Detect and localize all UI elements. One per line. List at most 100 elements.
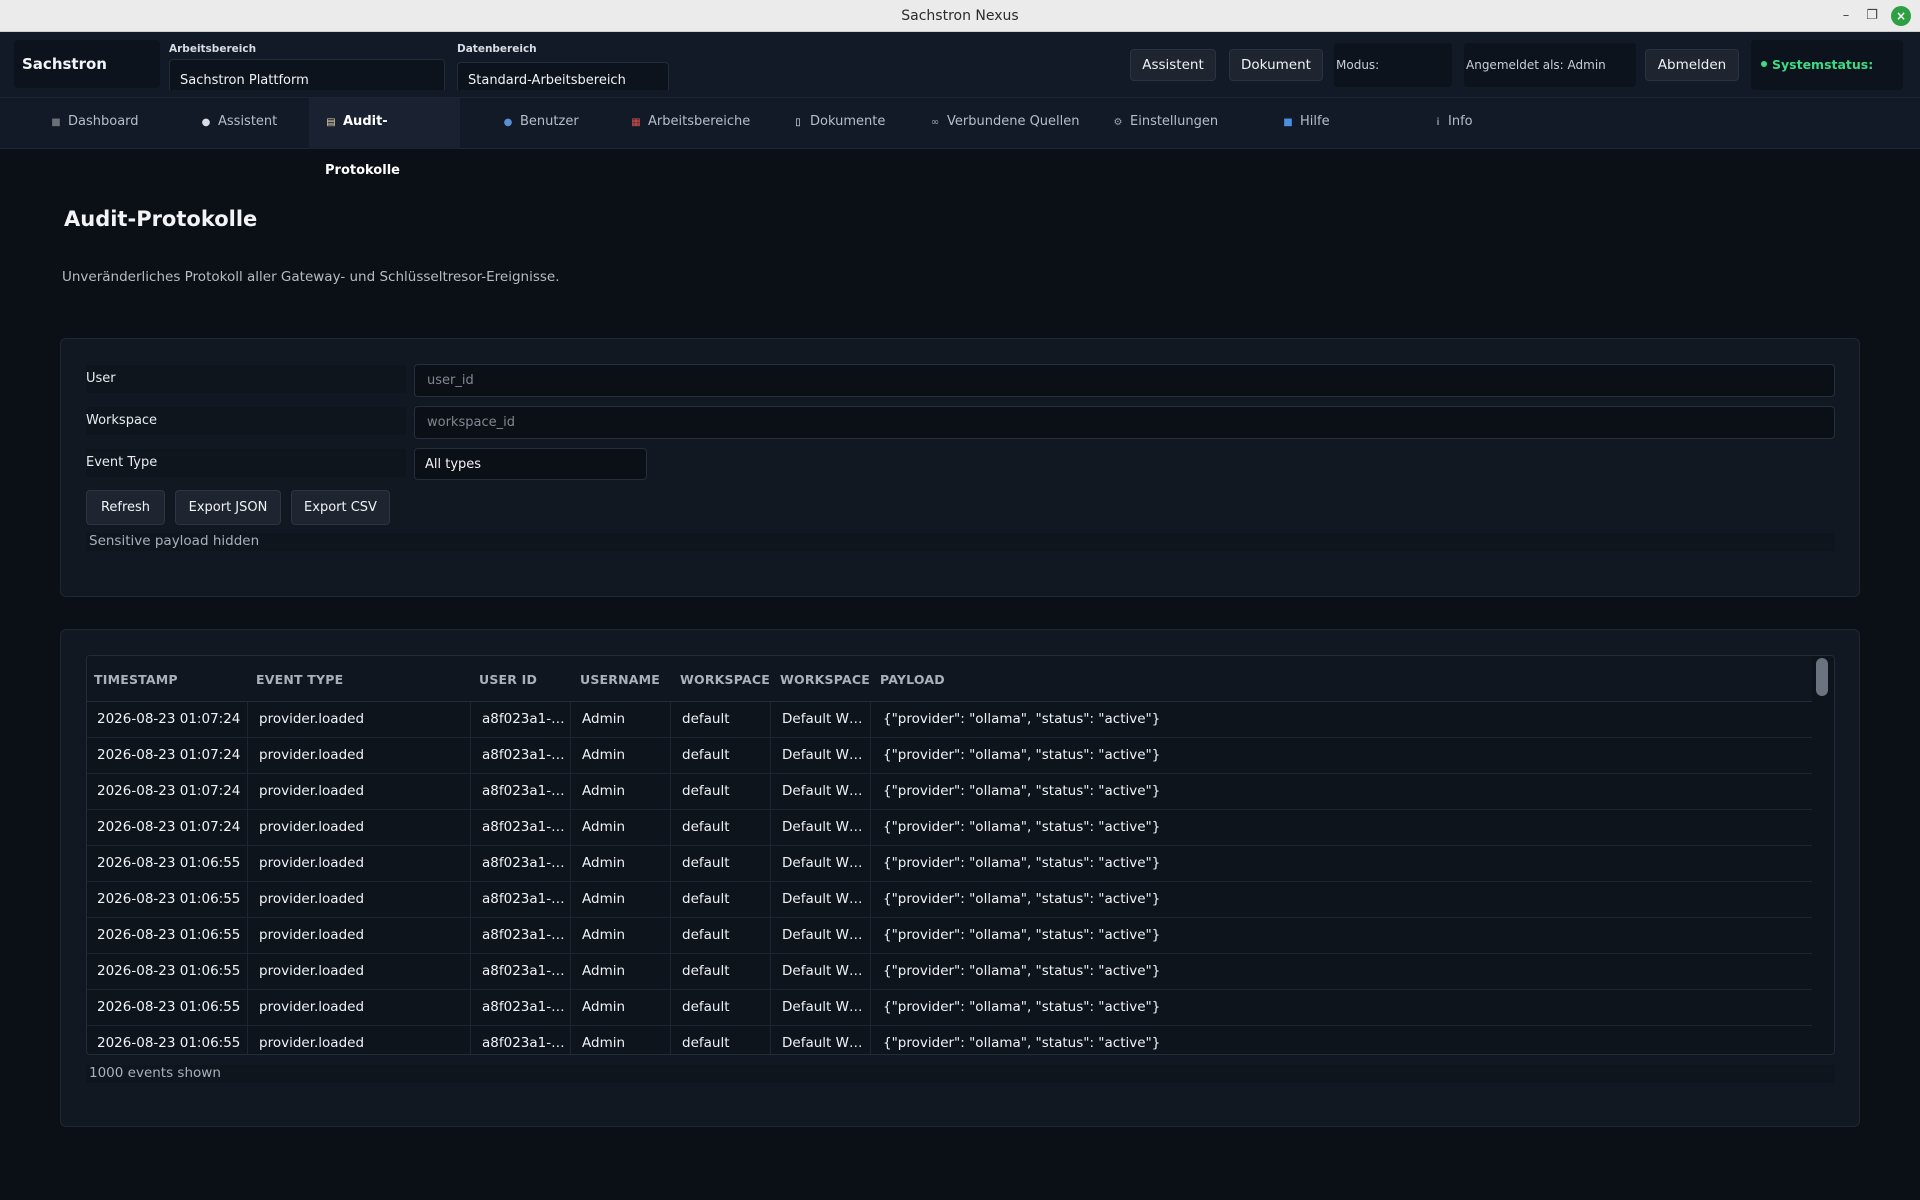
table-cell: Default W… [782, 999, 863, 1015]
table-cell: provider.loaded [259, 891, 365, 907]
event-type-select[interactable]: All types [414, 448, 647, 480]
table-cell: Default W… [782, 819, 863, 835]
table-cell: provider.loaded [259, 783, 365, 799]
table-cell: {"provider": "ollama", "status": "active… [883, 747, 1161, 763]
workspace-filter-label: Workspace [86, 407, 406, 435]
column-header[interactable]: TIMESTAMP [94, 672, 178, 687]
table-cell: default [682, 819, 730, 835]
table-scrollbar-thumb[interactable] [1816, 658, 1828, 696]
table-cell: {"provider": "ollama", "status": "active… [883, 1035, 1161, 1051]
tab-label: Arbeitsbereiche [648, 114, 751, 129]
tab-help[interactable]: ■ Hilfe [1266, 98, 1356, 149]
column-header[interactable]: USER ID [479, 672, 537, 687]
mode-indicator: Modus: Administrator [1334, 43, 1452, 116]
datarange-select[interactable]: Standard-Arbeitsbereich [457, 62, 669, 90]
payload-visibility-note: Sensitive payload hidden [86, 533, 1835, 551]
table-row[interactable]: 2026-08-23 01:07:24 provider.loaded a8f023… [87, 702, 1812, 738]
tab-label: Einstellungen [1130, 114, 1219, 129]
column-header[interactable]: WORKSPACE [680, 672, 770, 687]
chat-icon: ● [201, 117, 211, 128]
restore-icon[interactable]: ❐ [1862, 6, 1882, 26]
table-cell: {"provider": "ollama", "status": "active… [883, 963, 1161, 979]
table-cell: 2026-08-23 01:07:24 [97, 783, 241, 799]
table-header: TIMESTAMP EVENT TYPE USER ID USERNAME WO… [87, 656, 1812, 702]
table-cell: default [682, 963, 730, 979]
bricks-icon: ▦ [631, 117, 641, 128]
table-cell: provider.loaded [259, 819, 365, 835]
table-cell: a8f023a1-… [482, 891, 565, 907]
tab-dashboard[interactable]: ■ Dashboard [34, 98, 174, 149]
table-cell: Admin [582, 891, 626, 907]
system-status: Systemstatus: Bereit [1751, 40, 1903, 122]
tab-audit-logs[interactable]: ▤ Audit-Protokolle [309, 98, 460, 178]
tab-label: Verbundene Quellen [947, 114, 1080, 129]
tab-label: Assistent [218, 114, 278, 129]
table-cell: {"provider": "ollama", "status": "active… [883, 819, 1161, 835]
table-cell: Default W… [782, 747, 863, 763]
table-cell: 2026-08-23 01:07:24 [97, 711, 241, 727]
main-tabs: ■ Dashboard ● Assistent ▤ Audit-Protokolle … [0, 98, 1920, 178]
table-cell: a8f023a1-… [482, 711, 565, 727]
table-cell: {"provider": "ollama", "status": "active… [883, 999, 1161, 1015]
table-cell: default [682, 783, 730, 799]
user-id-input[interactable] [414, 364, 1835, 397]
tab-info[interactable]: i Info [1418, 98, 1498, 149]
table-cell: Default W… [782, 783, 863, 799]
tab-documents[interactable]: ▯ Dokumente [776, 98, 896, 149]
column-header[interactable]: PAYLOAD [880, 672, 945, 687]
table-cell: Admin [582, 999, 626, 1015]
assistant-button[interactable]: Assistent [1130, 49, 1216, 81]
table-row[interactable]: 2026-08-23 01:07:24 provider.loaded a8f023… [87, 810, 1812, 846]
workspace-select[interactable]: Sachstron Plattform [169, 59, 445, 90]
audit-log-table: TIMESTAMP EVENT TYPE USER ID USERNAME WO… [86, 655, 1835, 1055]
column-header[interactable]: WORKSPACE [780, 672, 870, 687]
table-cell: default [682, 855, 730, 871]
tab-label: Info [1448, 114, 1473, 129]
table-cell: Admin [582, 1035, 626, 1051]
table-cell: a8f023a1-… [482, 747, 565, 763]
table-row[interactable]: 2026-08-23 01:06:55 provider.loaded a8f023… [87, 954, 1812, 990]
logged-in-indicator: Angemeldet als: Admin (admin) [1464, 43, 1636, 116]
table-row[interactable]: 2026-08-23 01:07:24 provider.loaded a8f023… [87, 738, 1812, 774]
close-icon[interactable]: × [1891, 6, 1911, 26]
table-row[interactable]: 2026-08-23 01:06:55 provider.loaded a8f023… [87, 882, 1812, 918]
window-title: Sachstron Nexus [901, 8, 1019, 24]
page-description: Unveränderliches Protokoll aller Gateway… [62, 269, 560, 285]
table-row[interactable]: 2026-08-23 01:06:55 provider.loaded a8f023… [87, 918, 1812, 954]
table-cell: Admin [582, 855, 626, 871]
filter-panel: User Workspace Event Type All types Refr… [60, 338, 1860, 597]
table-cell: provider.loaded [259, 927, 365, 943]
column-header[interactable]: EVENT TYPE [256, 672, 343, 687]
event-count: 1000 events shown [86, 1065, 1835, 1083]
gear-icon: ⚙ [1113, 117, 1123, 128]
table-row[interactable]: 2026-08-23 01:06:55 provider.loaded a8f023… [87, 1026, 1812, 1054]
refresh-button[interactable]: Refresh [86, 490, 165, 525]
export-csv-button[interactable]: Export CSV [291, 490, 390, 525]
tab-assistant[interactable]: ● Assistent [184, 98, 304, 149]
table-cell: a8f023a1-… [482, 927, 565, 943]
table-cell: a8f023a1-… [482, 963, 565, 979]
users-icon: ● [503, 117, 513, 128]
workspace-id-input[interactable] [414, 406, 1835, 439]
tab-workspaces[interactable]: ▦ Arbeitsbereiche [614, 98, 754, 149]
table-cell: {"provider": "ollama", "status": "active… [883, 891, 1161, 907]
table-row[interactable]: 2026-08-23 01:07:24 provider.loaded a8f023… [87, 774, 1812, 810]
table-row[interactable]: 2026-08-23 01:06:55 provider.loaded a8f023… [87, 846, 1812, 882]
audit-table-panel: TIMESTAMP EVENT TYPE USER ID USERNAME WO… [60, 629, 1860, 1127]
tab-users[interactable]: ● Benutzer [486, 98, 596, 149]
table-scrollbar[interactable] [1812, 656, 1834, 1054]
event-type-filter-label: Event Type [86, 449, 406, 477]
table-cell: Admin [582, 963, 626, 979]
dashboard-icon: ■ [51, 117, 61, 128]
workspace-label: Arbeitsbereich [169, 43, 257, 55]
export-json-button[interactable]: Export JSON [175, 490, 281, 525]
document-button[interactable]: Dokument [1229, 49, 1323, 81]
table-row[interactable]: 2026-08-23 01:06:55 provider.loaded a8f023… [87, 990, 1812, 1026]
tab-settings[interactable]: ⚙ Einstellungen [1096, 98, 1226, 149]
table-cell: Default W… [782, 855, 863, 871]
logout-button[interactable]: Abmelden [1645, 49, 1739, 81]
tab-connected-sources[interactable]: ∞ Verbundene Quellen [913, 98, 1083, 149]
column-header[interactable]: USERNAME [580, 672, 660, 687]
minimize-icon[interactable]: – [1836, 6, 1856, 26]
table-cell: default [682, 711, 730, 727]
